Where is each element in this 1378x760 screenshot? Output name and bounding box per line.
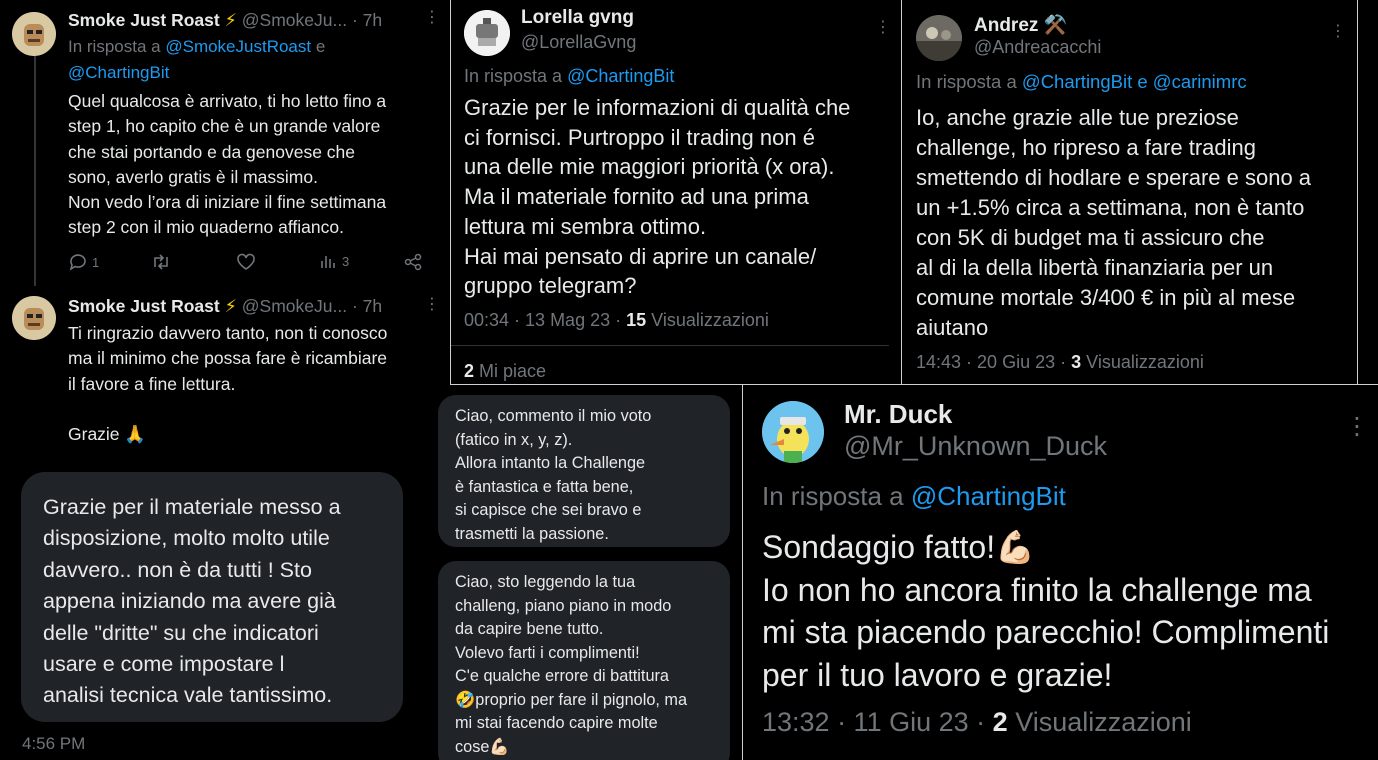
more-icon[interactable]: ⋮	[1345, 415, 1369, 439]
avatar[interactable]	[12, 12, 56, 56]
views-count: 3	[1071, 352, 1082, 372]
author-name-row: Andrez ⚒️	[974, 13, 1067, 37]
avatar[interactable]	[916, 15, 962, 61]
message-bubble: Ciao, commento il mio voto (fatico in x,…	[438, 395, 730, 547]
tweet-timestamp[interactable]: 14:43 · 20 Giu 23 ·	[916, 352, 1066, 372]
author-name[interactable]: Lorella gvng	[521, 7, 634, 29]
views-label: Visualizzazioni	[1086, 352, 1204, 372]
views-label: Visualizzazioni	[651, 310, 769, 330]
tweet-meta: 14:43 · 20 Giu 23 · 3 Visualizzazioni	[916, 352, 1204, 373]
reply-prefix: In risposta a	[916, 71, 1017, 92]
divider	[451, 345, 889, 346]
mention-link[interactable]: @carinimrc	[1153, 71, 1247, 92]
reply-prefix: In risposta a	[762, 481, 904, 511]
mention-link[interactable]: @SmokeJustRoast	[165, 37, 311, 56]
reply-and: e	[1137, 71, 1148, 92]
tweet-time[interactable]: · 7h	[352, 296, 382, 316]
avatar[interactable]	[464, 10, 510, 56]
reply-and: e	[315, 37, 326, 56]
reply-context: In risposta a @ChartingBit e @carinimrc	[916, 71, 1247, 93]
mention-link[interactable]: @ChartingBit	[911, 481, 1066, 511]
lightning-icon: ⚡	[224, 10, 237, 30]
tweet-text: Io, anche grazie alle tue preziose chall…	[916, 105, 1312, 340]
tweet-header: Smoke Just Roast ⚡ @SmokeJu... · 7h	[68, 296, 382, 317]
tweet-text: Quel qualcosa è arrivato, ti ho letto fi…	[68, 91, 387, 238]
more-icon[interactable]: ⋮	[424, 10, 440, 26]
reply-button[interactable]: 1	[68, 253, 99, 271]
author-name[interactable]: Smoke Just Roast	[68, 296, 220, 316]
tweet-header: Smoke Just Roast ⚡ @SmokeJu... · 7h	[68, 10, 382, 31]
likes-label: Mi piace	[479, 361, 547, 381]
tweet-time[interactable]: · 7h	[352, 10, 382, 30]
reply-prefix: In risposta a	[68, 37, 161, 56]
tweet-timestamp[interactable]: 13:32 · 11 Giu 23 ·	[762, 707, 985, 737]
message-bubble: Ciao, sto leggendo la tua challeng, pian…	[438, 561, 730, 760]
more-icon[interactable]: ⋮	[1330, 24, 1346, 40]
views-button[interactable]: 3	[320, 253, 349, 269]
message-bubble: Grazie per il materiale messo a disposiz…	[21, 472, 403, 722]
reply-context: In risposta a @ChartingBit	[762, 481, 1066, 512]
author-handle[interactable]: @SmokeJu...	[242, 10, 347, 30]
avatar[interactable]	[762, 401, 824, 463]
reply-context: In risposta a @SmokeJustRoast e @Chartin…	[68, 34, 325, 86]
author-handle[interactable]: @Mr_Unknown_Duck	[844, 431, 1107, 462]
share-button[interactable]	[403, 253, 423, 271]
hammer-pick-icon: ⚒️	[1043, 15, 1068, 36]
author-handle[interactable]: @SmokeJu...	[242, 296, 347, 316]
views-label: Visualizzazioni	[1015, 707, 1192, 737]
retweet-button[interactable]	[150, 253, 172, 271]
tweet-text: Sondaggio fatto!💪🏻 Io non ho ancora fini…	[762, 529, 1330, 693]
panel-smoke-just-roast: Smoke Just Roast ⚡ @SmokeJu... · 7h ⋮ In…	[0, 0, 450, 760]
message-time: 4:56 PM	[22, 734, 86, 753]
tweet-text: Grazie per le informazioni di qualità ch…	[464, 95, 851, 299]
thread-line	[34, 56, 36, 286]
likes-stat[interactable]: 2 Mi piace	[464, 361, 546, 382]
retweet-icon	[154, 254, 168, 270]
more-icon[interactable]: ⋮	[424, 297, 440, 313]
panel-lorella: Lorella gvng @LorellaGvng ⋮ In risposta …	[450, 0, 902, 385]
views-count: 3	[342, 253, 350, 269]
avatar[interactable]	[12, 296, 56, 340]
divider	[742, 384, 1378, 385]
mention-link[interactable]: @ChartingBit	[567, 66, 674, 86]
tweet-actions: 1 3	[68, 253, 428, 273]
reply-prefix: In risposta a	[464, 66, 563, 86]
reply-count: 1	[92, 254, 100, 270]
author-name[interactable]: Mr. Duck	[844, 399, 952, 430]
tweet-text: Ti ringrazio davvero tanto, non ti conos…	[68, 323, 388, 445]
tweet-timestamp[interactable]: 00:34 · 13 Mag 23 ·	[464, 310, 621, 330]
author-name[interactable]: Smoke Just Roast	[68, 10, 220, 30]
panel-messages: Ciao, commento il mio voto (fatico in x,…	[438, 385, 742, 760]
mention-link[interactable]: @ChartingBit	[1022, 71, 1132, 92]
author-handle[interactable]: @LorellaGvng	[521, 32, 636, 53]
views-icon	[321, 256, 335, 268]
like-button[interactable]	[236, 253, 256, 271]
heart-icon	[237, 253, 255, 270]
reply-icon	[69, 254, 86, 271]
panel-andrez: Andrez ⚒️ @Andreacacchi ⋮ In risposta a …	[902, 0, 1358, 385]
reply-context: In risposta a @ChartingBit	[464, 66, 674, 87]
share-icon	[404, 253, 422, 271]
views-count: 2	[992, 707, 1008, 737]
more-icon[interactable]: ⋮	[875, 20, 891, 36]
lightning-icon: ⚡	[224, 296, 237, 316]
author-name[interactable]: Andrez	[974, 15, 1038, 36]
panel-mr-duck: Mr. Duck @Mr_Unknown_Duck ⋮ In risposta …	[742, 385, 1378, 760]
tweet-meta: 00:34 · 13 Mag 23 · 15 Visualizzazioni	[464, 310, 769, 331]
views-count: 15	[626, 310, 647, 330]
tweet-meta: 13:32 · 11 Giu 23 · 2 Visualizzazioni	[762, 707, 1192, 738]
mention-link[interactable]: @ChartingBit	[68, 63, 169, 82]
author-handle[interactable]: @Andreacacchi	[974, 37, 1101, 58]
likes-count: 2	[464, 361, 475, 381]
